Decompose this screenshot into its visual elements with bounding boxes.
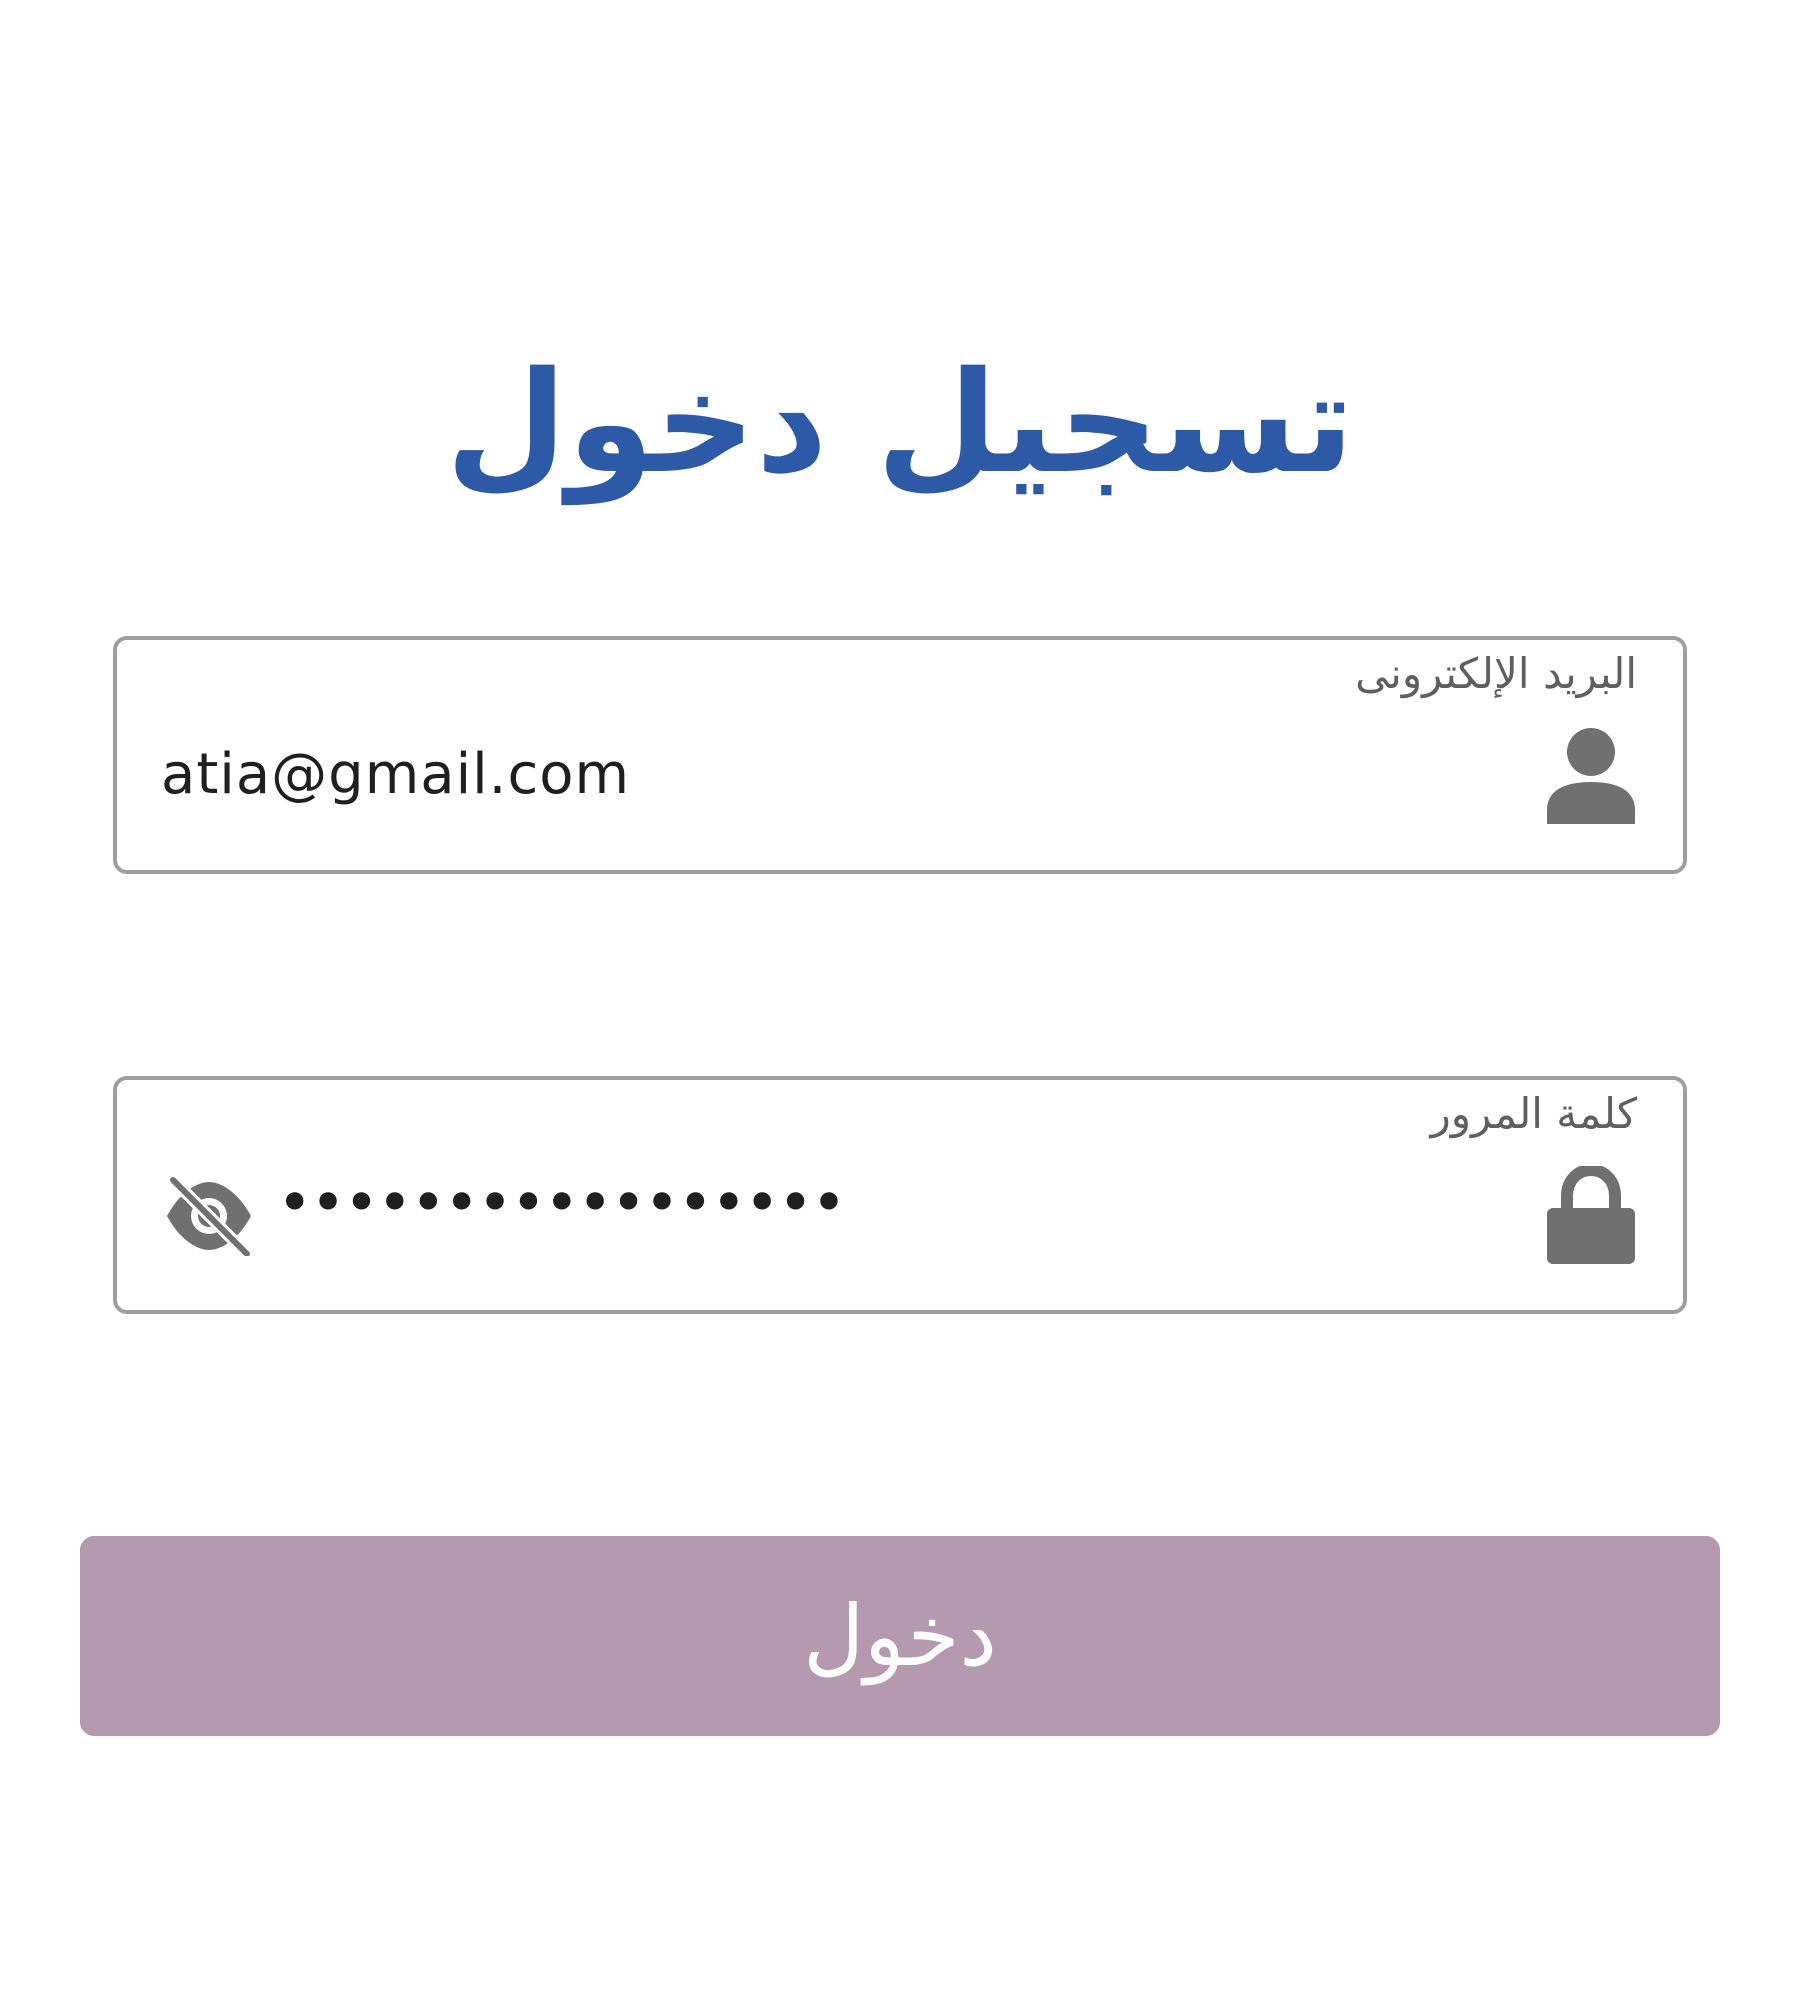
email-field[interactable]: البريد الإلكترونى atia@gmail.com [113, 636, 1687, 874]
password-input[interactable]: ••••••••••••••••• [277, 1168, 847, 1238]
login-button-label: دخول [803, 1587, 997, 1685]
email-input[interactable]: atia@gmail.com [161, 740, 630, 810]
lock-icon [1547, 1166, 1635, 1264]
person-icon [1547, 728, 1635, 824]
password-field[interactable]: كلمة المرور ••••••••••••••••• [113, 1076, 1687, 1314]
page-title: تسجيل دخول [445, 341, 1355, 505]
password-field-label: كلمة المرور [1430, 1089, 1637, 1138]
login-button[interactable]: دخول [80, 1536, 1720, 1736]
email-field-label: البريد الإلكترونى [1355, 649, 1637, 698]
eye-off-icon[interactable] [163, 1176, 255, 1256]
